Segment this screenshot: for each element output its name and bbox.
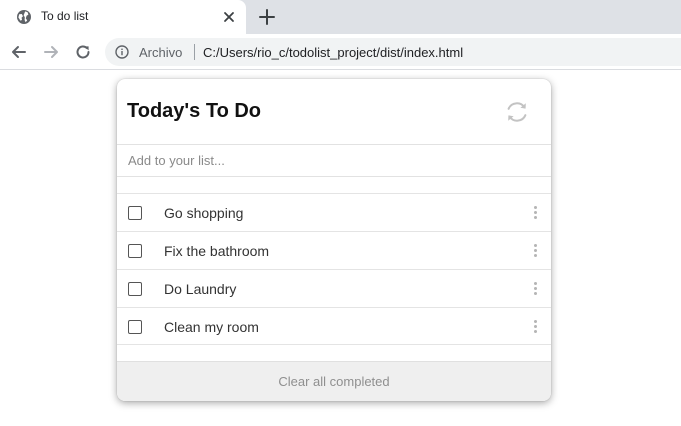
item-checkbox[interactable] [128,206,142,220]
item-label: Clean my room [164,319,259,335]
page-title: Today's To Do [127,100,262,122]
more-vert-icon[interactable] [530,281,540,297]
clear-completed-button[interactable]: Clear all completed [117,361,551,401]
close-icon[interactable] [221,9,237,25]
item-label: Do Laundry [164,281,237,297]
item-checkbox[interactable] [128,282,142,296]
list-item: Fix the bathroom [117,231,551,269]
list-item: Do Laundry [117,269,551,307]
browser-toolbar: Archivo C:/Users/rio_c/todolist_project/… [0,34,681,70]
browser-tab[interactable]: To do list [0,0,246,34]
globe-icon [17,10,31,24]
info-icon[interactable] [115,45,129,59]
address-bar[interactable]: Archivo C:/Users/rio_c/todolist_project/… [105,38,681,66]
more-vert-icon[interactable] [530,205,540,221]
tab-strip: To do list [0,0,681,34]
back-arrow-icon[interactable] [10,43,28,61]
reload-icon[interactable] [74,43,92,61]
more-vert-icon[interactable] [530,243,540,259]
clear-completed-label: Clear all completed [278,374,390,389]
todo-card: Today's To Do Go shopping Fix the bathro… [117,79,551,401]
list-item: Go shopping [117,193,551,231]
refresh-icon[interactable] [504,99,530,125]
forward-arrow-icon[interactable] [42,43,60,61]
todo-list: Go shopping Fix the bathroom Do Laundry … [117,193,551,345]
plus-icon[interactable] [258,8,276,26]
url-text[interactable]: C:/Users/rio_c/todolist_project/dist/ind… [203,45,463,60]
list-item: Clean my room [117,307,551,345]
more-vert-icon[interactable] [530,319,540,335]
omnibox-divider [194,44,195,60]
item-checkbox[interactable] [128,244,142,258]
site-info-label[interactable]: Archivo [139,45,182,60]
tab-title: To do list [41,9,89,23]
item-checkbox[interactable] [128,320,142,334]
item-label: Fix the bathroom [164,243,270,259]
add-item-input[interactable] [117,144,551,177]
item-label: Go shopping [164,205,244,221]
